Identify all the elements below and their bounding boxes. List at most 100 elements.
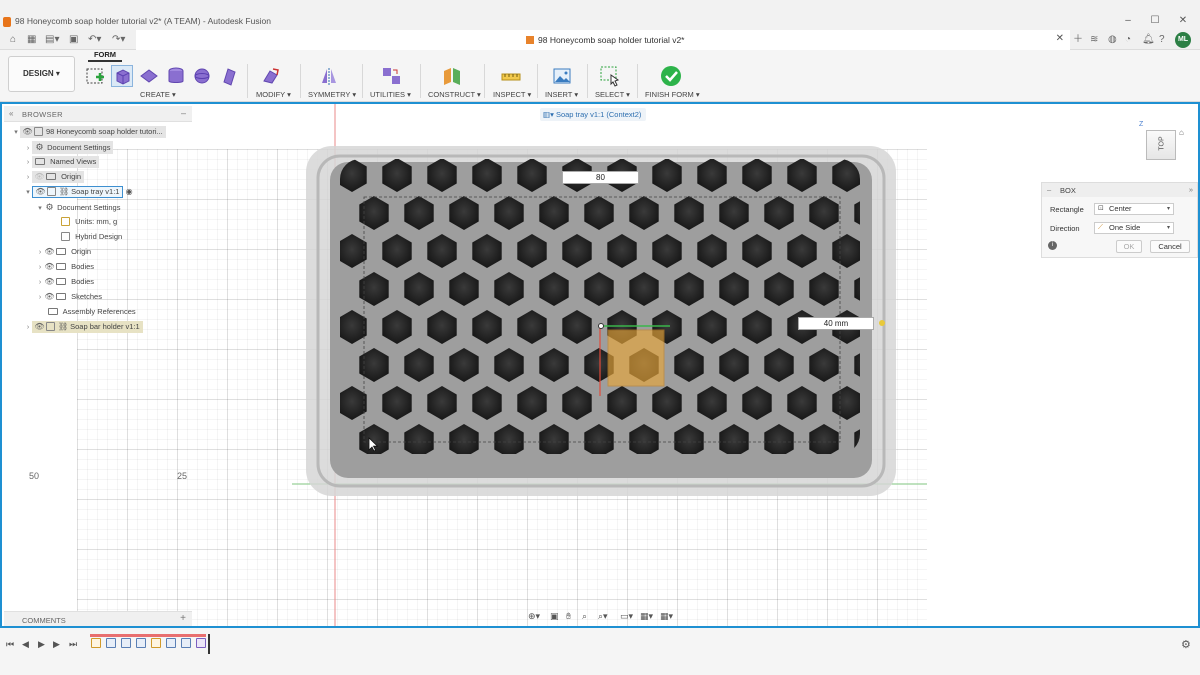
look-at-icon[interactable]: ▣ [550,611,559,622]
timeline-form-icon[interactable] [196,638,206,648]
ok-button[interactable]: OK [1116,240,1142,253]
tree-node-bodies[interactable]: › 👁︎ Bodies [36,261,94,273]
create-menu[interactable]: CREATE ▾ [140,90,176,99]
expand-arrow-icon[interactable]: › [36,262,44,274]
timeline-feature-icon[interactable] [181,638,191,648]
direction-select[interactable]: ⟋ One Side ▾ [1094,222,1174,234]
go-to-start-icon[interactable]: ⏮︎ [6,639,14,650]
visibility-eye-icon[interactable]: 👁︎ [34,321,45,333]
timeline-feature-icon[interactable] [106,638,116,648]
construct-menu[interactable]: CONSTRUCT ▾ [428,90,481,99]
utilities-menu[interactable]: UTILITIES ▾ [370,90,411,99]
close-tab-icon[interactable]: ✕ [1056,33,1064,44]
depth-dimension-input[interactable]: 40 mm [798,317,874,330]
tree-node-sketches[interactable]: › 👁︎ Sketches [36,291,102,303]
canvas-viewport[interactable]: 80 40 mm 50 25 ▥▾ Soap tray v1:1 (Contex… [0,102,1200,628]
collapse-panel-icon[interactable]: « [9,109,13,118]
timeline-settings-gear-icon[interactable]: ⚙ [1181,638,1191,651]
timeline-feature-icon[interactable] [136,638,146,648]
tree-node-named-views[interactable]: › Named Views [24,156,100,169]
collapse-arrow-icon[interactable]: ▾ [36,203,44,215]
workspace-switcher-button[interactable]: DESIGN ▾ [8,56,75,92]
grid-settings-icon[interactable]: ▦▾ [640,611,653,622]
tree-node-component-document-settings[interactable]: ▾ ⚙ Document Settings [36,201,120,213]
expand-arrow-icon[interactable]: › [24,322,32,334]
tree-node-component-origin[interactable]: › 👁︎ Origin [36,246,91,258]
step-back-icon[interactable]: ◀︎ [22,639,29,650]
select-icon[interactable] [599,65,621,87]
utilities-icon[interactable] [380,65,402,87]
cancel-button[interactable]: Cancel [1150,240,1190,253]
visibility-eye-icon[interactable]: 👁︎ [44,291,55,303]
visibility-eye-hidden-icon[interactable]: 👁︎ [34,171,45,183]
insert-image-icon[interactable] [551,65,573,87]
modify-menu[interactable]: MODIFY ▾ [256,90,291,99]
grid-icon[interactable]: ▦ [27,34,36,46]
add-comment-icon[interactable]: + [180,613,186,624]
go-to-end-icon[interactable]: ⏭︎ [69,639,77,650]
timeline-feature-icon[interactable] [121,638,131,648]
timeline-playhead[interactable] [208,634,210,654]
job-status-icon[interactable]: ◔ [1125,34,1131,46]
collapse-arrow-icon[interactable]: ▾ [12,127,20,139]
breadcrumb[interactable]: ▥▾ Soap tray v1:1 (Context2) [540,108,647,121]
visibility-eye-icon[interactable]: 👁︎ [44,276,55,288]
tree-node-hybrid-design[interactable]: Hybrid Design [60,231,122,243]
torus-tool-icon[interactable] [218,65,240,87]
notifications-icon[interactable]: 🔔︎ [1142,34,1155,46]
visibility-eye-icon[interactable]: 👁︎ [44,246,55,258]
zoom-icon[interactable]: ⌕ [582,611,587,622]
expand-arrow-icon[interactable]: › [36,277,44,289]
finish-form-check-icon[interactable] [660,65,682,87]
view-cube[interactable]: TOP [1146,130,1176,160]
plane-tool-icon[interactable] [138,65,160,87]
tree-node-document-settings[interactable]: › ⚙ Document Settings [24,141,114,155]
measure-icon[interactable] [500,65,522,87]
info-icon[interactable]: i [1048,241,1057,250]
save-icon[interactable]: ▣ [69,34,78,46]
timeline-sketch-icon[interactable] [151,638,161,648]
tree-node-units[interactable]: Units: mm, g [60,216,117,228]
width-dimension-input[interactable]: 80 [562,171,639,184]
help-icon[interactable]: ? [1159,34,1165,46]
tree-node-soap-tray[interactable]: ▾ 👁︎ ⛓︎ Soap tray v1:1 ◉ [24,186,133,198]
expand-arrow-icon[interactable]: › [24,143,32,155]
symmetry-icon[interactable] [318,65,340,87]
play-icon[interactable]: ▶︎ [38,639,45,650]
sphere-tool-icon[interactable] [191,65,213,87]
dialog-collapse-icon[interactable]: – [1047,185,1051,194]
expand-arrow-icon[interactable]: › [36,292,44,304]
timeline-feature-icon[interactable] [166,638,176,648]
browser-minimize-icon[interactable]: – [181,108,186,118]
expand-arrow-icon[interactable]: › [24,157,32,169]
new-tab-icon[interactable]: ＋ [1073,34,1083,46]
document-tab[interactable]: 98 Honeycomb soap holder tutorial v2* ✕ [136,30,1070,50]
display-settings-icon[interactable]: ▭▾ [620,611,633,622]
comments-panel[interactable]: COMMENTS + [4,611,192,626]
symmetry-menu[interactable]: SYMMETRY ▾ [308,90,356,99]
zoom-window-icon[interactable]: ⌕▾ [598,611,608,622]
step-forward-icon[interactable]: ▶︎ [53,639,60,650]
box-preview[interactable] [607,329,665,387]
insert-menu[interactable]: INSERT ▾ [545,90,578,99]
minimize-button[interactable]: – [1121,15,1135,26]
viewports-icon[interactable]: ▦▾ [660,611,673,622]
tree-node-soap-bar-holder[interactable]: › 👁︎ ⛓︎ Soap bar holder v1:1 [24,321,143,333]
dialog-expand-icon[interactable]: » [1189,185,1193,194]
tree-node-assembly-references[interactable]: Assembly References [47,306,136,318]
cylinder-tool-icon[interactable] [165,65,187,87]
expand-arrow-icon[interactable]: › [36,247,44,259]
online-status-icon[interactable]: ◍ [1108,34,1117,46]
inspect-menu[interactable]: INSPECT ▾ [493,90,531,99]
visibility-eye-icon[interactable]: 👁︎ [22,126,33,138]
view-cube-home-icon[interactable]: ⌂ [1179,128,1184,137]
redo-icon[interactable]: ↷▾ [112,34,125,46]
tree-node-root[interactable]: ▾ 👁︎ 98 Honeycomb soap holder tutori... [12,126,166,138]
edit-form-icon[interactable] [260,65,282,87]
visibility-eye-icon[interactable]: 👁︎ [44,261,55,273]
activate-component-icon[interactable]: ◉ [126,187,133,196]
expand-arrow-icon[interactable]: › [24,172,32,184]
extensions-icon[interactable]: ≋ [1090,34,1098,46]
create-form-sketch-icon[interactable] [84,65,106,87]
collapse-arrow-icon[interactable]: ▾ [24,187,32,199]
